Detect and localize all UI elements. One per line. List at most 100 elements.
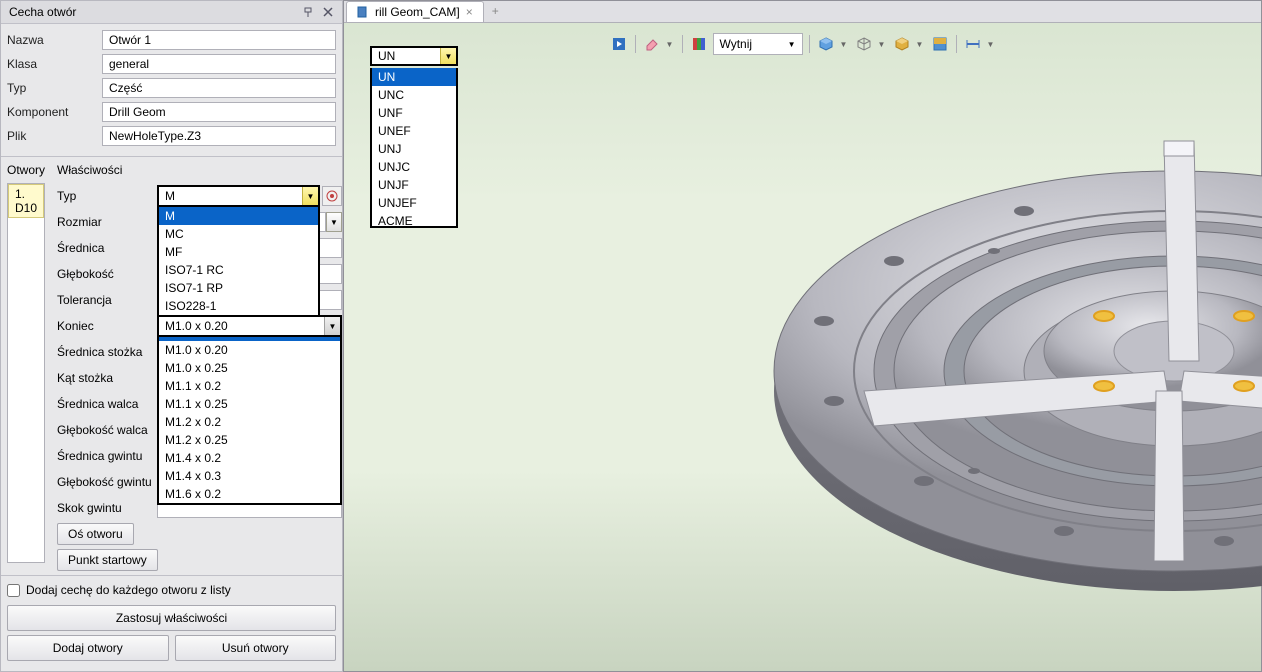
properties-header: Właściwości [57, 163, 342, 177]
type-dropdown-list[interactable]: MMCMFISO7-1 RCISO7-1 RPISO228-1 [157, 207, 320, 317]
type-label: Typ [7, 81, 102, 95]
prop-cyl-dia-label: Średnica walca [57, 397, 157, 411]
prop-cyl-depth-label: Głębokość walca [57, 423, 157, 437]
chevron-down-icon[interactable]: ▼ [440, 48, 456, 64]
component-input[interactable] [102, 102, 336, 122]
holes-header: Otwory [7, 163, 45, 177]
dropdown-option[interactable]: M1.4 x 0.3 [159, 467, 340, 485]
document-tab-bar: rill Geom_CAM] × + [344, 1, 1261, 23]
dropdown-option[interactable]: M1.2 x 0.25 [159, 431, 340, 449]
gold-dropdown-icon[interactable]: ▼ [916, 40, 926, 49]
dropdown-option[interactable]: M1.4 x 0.2 [159, 449, 340, 467]
3d-viewport[interactable]: rill Geom_CAM] × + ▼ Wytnij▼ ▼ ▼ ▼ ▼ [343, 0, 1262, 672]
section-view-icon[interactable] [930, 34, 950, 54]
feature-form: Nazwa Klasa Typ Komponent Plik [1, 24, 342, 156]
class-input[interactable] [102, 54, 336, 74]
run-icon[interactable] [609, 34, 629, 54]
dropdown-option[interactable]: UN [372, 68, 456, 86]
add-to-each-checkbox[interactable] [7, 584, 20, 597]
dropdown-option[interactable]: UNJF [372, 176, 456, 194]
panel-titlebar: Cecha otwór [1, 1, 342, 24]
dropdown-option[interactable]: UNC [372, 86, 456, 104]
properties-column: Właściwości Typ M ▼ MMCMFISO7-1 RCISO7-1… [51, 157, 348, 575]
prop-tol-label: Tolerancja [57, 293, 157, 307]
size-dropdown-btn[interactable]: ▼ [326, 212, 342, 232]
dropdown-option[interactable]: UNJEF [372, 194, 456, 212]
axis-button[interactable]: Oś otworu [57, 523, 134, 545]
un-dropdown[interactable]: UN ▼ [370, 46, 458, 66]
component-label: Komponent [7, 105, 102, 119]
dropdown-option[interactable]: UNEF [372, 122, 456, 140]
prop-cone-dia-label: Średnica stożka [57, 345, 157, 359]
dropdown-option[interactable]: MC [159, 225, 318, 243]
eraser-icon[interactable] [642, 34, 662, 54]
type-input[interactable] [102, 78, 336, 98]
file-input[interactable] [102, 126, 336, 146]
cube-dropdown-icon[interactable]: ▼ [840, 40, 850, 49]
dropdown-option[interactable]: UNF [372, 104, 456, 122]
chevron-down-icon[interactable]: ▼ [302, 187, 318, 205]
dropdown-option[interactable]: ISO7-1 RC [159, 261, 318, 279]
palette-icon[interactable] [689, 34, 709, 54]
dropdown-option[interactable]: M1.2 x 0.2 [159, 413, 340, 431]
dropdown-option[interactable]: M1.0 x 0.20 [159, 341, 340, 359]
remove-holes-button[interactable]: Usuń otwory [175, 635, 337, 661]
prop-cone-ang-label: Kąt stożka [57, 371, 157, 385]
tab-close-icon[interactable]: × [466, 5, 473, 19]
name-input[interactable] [102, 30, 336, 50]
dropdown-option[interactable]: UNJ [372, 140, 456, 158]
panel-footer: Dodaj cechę do każdego otworu z listy Za… [1, 577, 342, 671]
dropdown-option[interactable]: ISO7-1 RP [159, 279, 318, 297]
dropdown-option[interactable]: M1.1 x 0.25 [159, 395, 340, 413]
prop-thread-dia-label: Średnica gwintu [57, 449, 157, 463]
eraser-dropdown-icon[interactable]: ▼ [666, 40, 676, 49]
3d-part-model[interactable] [764, 81, 1262, 641]
dropdown-option[interactable]: MF [159, 243, 318, 261]
panel-pin-icon[interactable] [302, 6, 314, 18]
size-dropdown-list[interactable]: M1.0 x 0.20M1.0 x 0.25M1.1 x 0.2M1.1 x 0… [157, 337, 342, 505]
tab-add-button[interactable]: + [484, 1, 507, 22]
dimension-dropdown-icon[interactable]: ▼ [987, 40, 997, 49]
prop-pitch-label: Skok gwintu [57, 501, 157, 515]
prop-end-label: Koniec [57, 319, 157, 333]
mid-section: Otwory 1. D10 Właściwości Typ M ▼ MMCMFI… [1, 156, 342, 576]
dropdown-option[interactable]: M1.6 x 0.2 [159, 485, 340, 503]
class-label: Klasa [7, 57, 102, 71]
dropdown-option[interactable]: UNJC [372, 158, 456, 176]
un-dropdown-list[interactable]: UNUNCUNFUNEFUNJUNJCUNJFUNJEFACMENPT [370, 68, 458, 228]
hole-item-1[interactable]: 1. D10 [8, 184, 44, 218]
dropdown-option[interactable]: ISO228-1 [159, 297, 318, 315]
cube-wireframe-icon[interactable] [854, 34, 874, 54]
prop-type-label: Typ [57, 189, 157, 203]
wireframe-dropdown-icon[interactable]: ▼ [878, 40, 888, 49]
panel-close-icon[interactable] [322, 6, 334, 18]
document-tab[interactable]: rill Geom_CAM] × [346, 1, 484, 22]
dropdown-option[interactable]: M1.0 x 0.25 [159, 359, 340, 377]
add-holes-button[interactable]: Dodaj otwory [7, 635, 169, 661]
display-mode-select[interactable]: Wytnij▼ [713, 33, 803, 55]
type-dropdown[interactable]: M ▼ [157, 185, 320, 207]
tab-label: rill Geom_CAM] [375, 5, 460, 19]
holes-column: Otwory 1. D10 [1, 157, 51, 575]
prop-depth-label: Głębokość [57, 267, 157, 281]
dropdown-option[interactable]: M1.1 x 0.2 [159, 377, 340, 395]
prop-thread-depth-label: Głębokość gwintu [57, 475, 157, 489]
document-icon [357, 6, 369, 18]
prop-dia-label: Średnica [57, 241, 157, 255]
thread-standard-dropdown: UN ▼ UNUNCUNFUNEFUNJUNJCUNJFUNJEFACMENPT [370, 46, 458, 66]
hole-type-icon-button[interactable] [322, 186, 342, 206]
name-label: Nazwa [7, 33, 102, 47]
holes-list[interactable]: 1. D10 [7, 183, 45, 563]
dropdown-option[interactable]: M [159, 207, 318, 225]
apply-properties-button[interactable]: Zastosuj właściwości [7, 605, 336, 631]
cube-shaded-icon[interactable] [816, 34, 836, 54]
hole-feature-panel: Cecha otwór Nazwa Klasa Typ Komponent Pl… [0, 0, 343, 672]
end-dropdown[interactable]: M1.0 x 0.20 ▼ [157, 315, 342, 337]
cube-gold-icon[interactable] [892, 34, 912, 54]
start-point-button[interactable]: Punkt startowy [57, 549, 158, 571]
chevron-down-icon[interactable]: ▼ [324, 317, 340, 335]
dropdown-option[interactable]: ACME [372, 212, 456, 228]
dimension-icon[interactable] [963, 34, 983, 54]
checkbox-label: Dodaj cechę do każdego otworu z listy [26, 583, 231, 597]
file-label: Plik [7, 129, 102, 143]
